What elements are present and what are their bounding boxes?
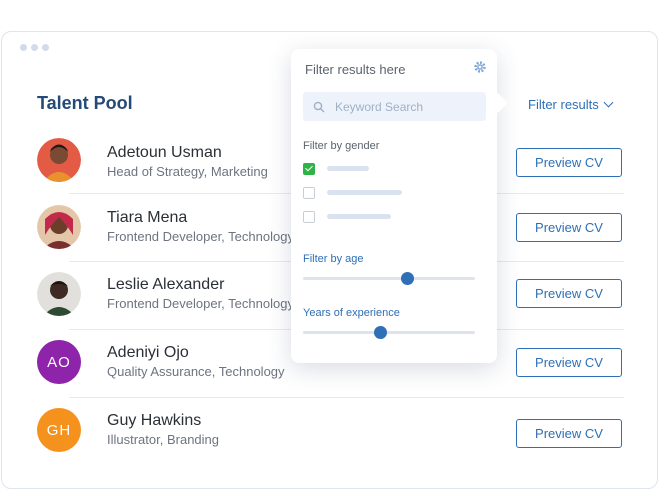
experience-filter-label: Years of experience bbox=[303, 307, 400, 319]
preview-cv-button[interactable]: Preview CV bbox=[516, 279, 622, 308]
experience-slider-track[interactable] bbox=[303, 331, 475, 334]
age-slider-thumb[interactable] bbox=[401, 272, 415, 285]
window-dot bbox=[20, 44, 27, 51]
preview-cv-button[interactable]: Preview CV bbox=[516, 148, 622, 177]
gender-checkbox[interactable] bbox=[303, 187, 315, 199]
avatar: AO bbox=[37, 340, 81, 384]
search-icon bbox=[313, 101, 325, 112]
candidate-role: Quality Assurance, Technology bbox=[107, 364, 285, 379]
candidate-name: Tiara Mena bbox=[107, 209, 188, 226]
gender-checkbox[interactable] bbox=[303, 163, 315, 175]
row-divider bbox=[69, 397, 624, 398]
window-dot bbox=[31, 44, 38, 51]
avatar: GH bbox=[37, 408, 81, 452]
keyword-search[interactable] bbox=[303, 92, 486, 121]
avatar-initials: AO bbox=[47, 353, 71, 371]
gender-option-placeholder bbox=[327, 214, 391, 219]
age-slider-track[interactable] bbox=[303, 277, 475, 280]
candidate-name: Adeniyi Ojo bbox=[107, 344, 189, 361]
avatar bbox=[37, 205, 81, 249]
candidate-role: Frontend Developer, Technology bbox=[107, 229, 294, 244]
experience-slider-thumb[interactable] bbox=[373, 326, 387, 339]
gender-filter-label: Filter by gender bbox=[303, 140, 380, 152]
preview-cv-button[interactable]: Preview CV bbox=[516, 419, 622, 448]
chevron-down-icon bbox=[603, 97, 614, 108]
candidate-name: Guy Hawkins bbox=[107, 412, 202, 429]
preview-cv-button[interactable]: Preview CV bbox=[516, 213, 622, 242]
age-filter-label: Filter by age bbox=[303, 253, 364, 265]
window-dot bbox=[42, 44, 49, 51]
candidate-name: Leslie Alexander bbox=[107, 276, 225, 293]
candidate-role: Illustrator, Branding bbox=[107, 432, 220, 447]
filter-panel-title: Filter results here bbox=[305, 62, 406, 77]
gender-option-placeholder bbox=[327, 190, 402, 195]
page-title: Talent Pool bbox=[37, 93, 133, 113]
gender-checkbox[interactable] bbox=[303, 211, 315, 223]
filter-results-toggle[interactable]: Filter results bbox=[528, 97, 614, 112]
window-controls bbox=[20, 44, 49, 51]
avatar-initials: GH bbox=[46, 421, 72, 439]
avatar bbox=[37, 272, 81, 316]
candidate-role: Head of Strategy, Marketing bbox=[107, 164, 268, 179]
avatar bbox=[37, 138, 81, 182]
gender-option-placeholder bbox=[327, 166, 369, 171]
candidate-row: GH Guy Hawkins Illustrator, Branding Pre… bbox=[37, 408, 624, 476]
filter-panel: Filter results here Filter by gender Fil… bbox=[291, 49, 508, 363]
search-input[interactable] bbox=[333, 98, 477, 115]
candidate-name: Adetoun Usman bbox=[107, 144, 222, 161]
candidate-role: Frontend Developer, Technology bbox=[107, 296, 294, 311]
filter-results-label: Filter results bbox=[528, 97, 599, 112]
preview-cv-button[interactable]: Preview CV bbox=[516, 348, 622, 377]
gear-icon[interactable] bbox=[473, 60, 487, 74]
